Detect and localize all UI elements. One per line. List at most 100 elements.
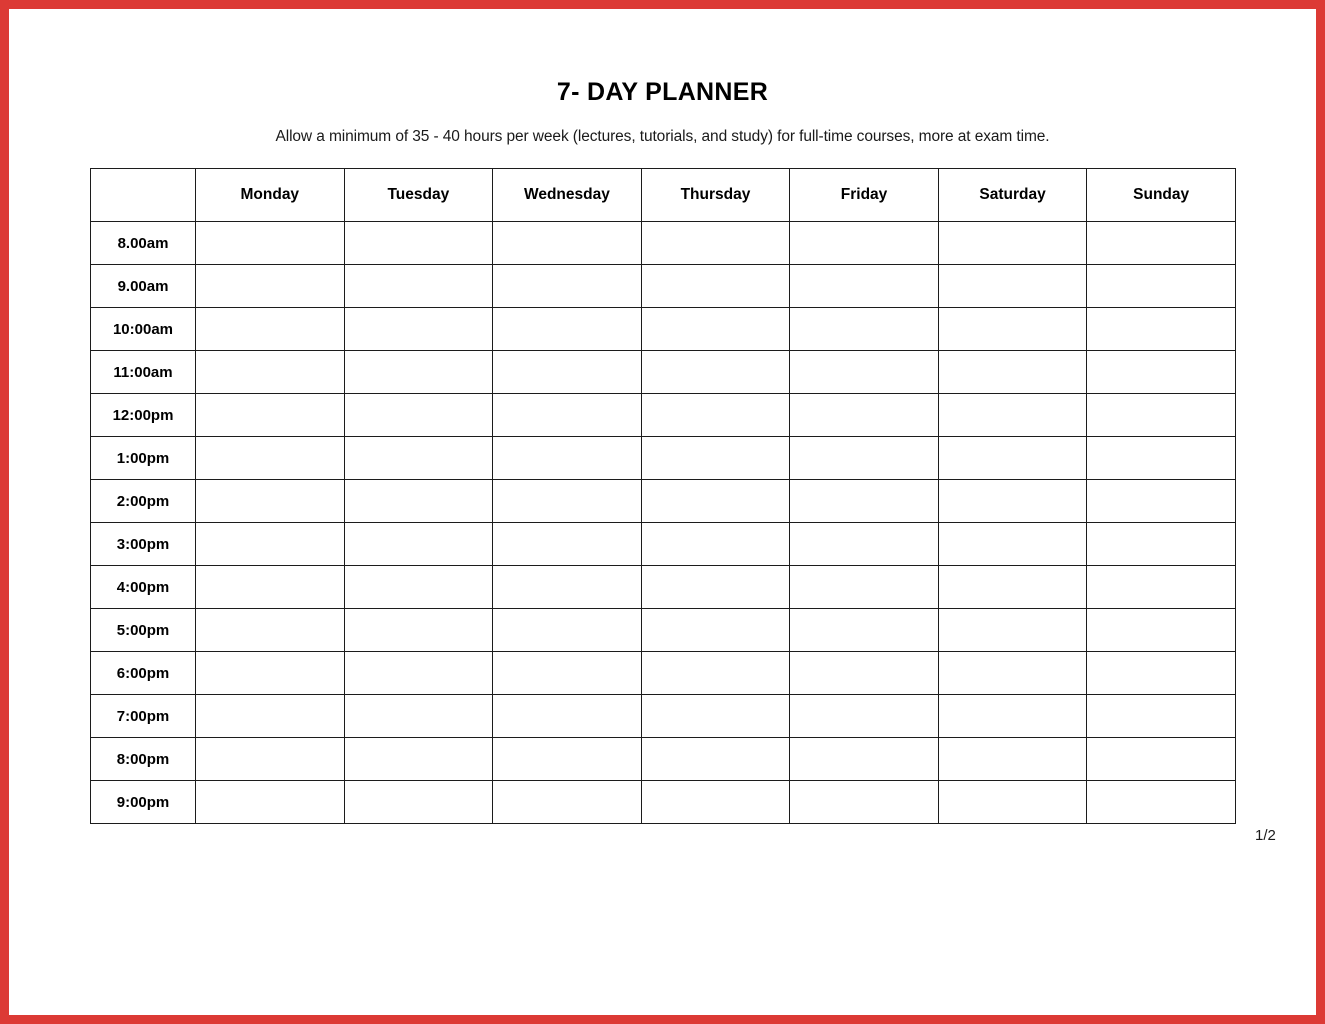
planner-slot-cell[interactable]	[492, 694, 642, 738]
column-header-monday: Monday	[195, 168, 345, 222]
planner-slot-cell[interactable]	[1086, 608, 1236, 652]
planner-slot-cell[interactable]	[195, 221, 345, 265]
planner-slot-cell[interactable]	[1086, 221, 1236, 265]
planner-slot-cell[interactable]	[789, 522, 939, 566]
planner-slot-cell[interactable]	[640, 436, 791, 480]
planner-slot-cell[interactable]	[640, 479, 791, 523]
planner-slot-cell[interactable]	[640, 221, 791, 265]
planner-slot-cell[interactable]	[937, 479, 1088, 523]
planner-slot-cell[interactable]	[492, 436, 642, 480]
planner-slot-cell[interactable]	[343, 393, 494, 437]
planner-slot-cell[interactable]	[343, 651, 494, 695]
planner-slot-cell[interactable]	[789, 264, 939, 308]
planner-slot-cell[interactable]	[343, 436, 494, 480]
planner-slot-cell[interactable]	[640, 350, 791, 394]
planner-slot-cell[interactable]	[195, 393, 345, 437]
planner-slot-cell[interactable]	[937, 436, 1088, 480]
planner-slot-cell[interactable]	[195, 565, 345, 609]
planner-slot-cell[interactable]	[789, 350, 939, 394]
planner-slot-cell[interactable]	[640, 264, 791, 308]
planner-slot-cell[interactable]	[1086, 565, 1236, 609]
planner-slot-cell[interactable]	[343, 608, 494, 652]
planner-slot-cell[interactable]	[937, 780, 1088, 824]
planner-slot-cell[interactable]	[492, 608, 642, 652]
planner-slot-cell[interactable]	[492, 393, 642, 437]
planner-slot-cell[interactable]	[195, 436, 345, 480]
planner-slot-cell[interactable]	[789, 479, 939, 523]
planner-slot-cell[interactable]	[343, 522, 494, 566]
planner-slot-cell[interactable]	[1086, 737, 1236, 781]
planner-slot-cell[interactable]	[195, 479, 345, 523]
planner-slot-cell[interactable]	[343, 350, 494, 394]
planner-slot-cell[interactable]	[937, 651, 1088, 695]
planner-slot-cell[interactable]	[789, 436, 939, 480]
planner-slot-cell[interactable]	[937, 737, 1088, 781]
planner-slot-cell[interactable]	[1086, 264, 1236, 308]
planner-slot-cell[interactable]	[343, 737, 494, 781]
planner-slot-cell[interactable]	[1086, 479, 1236, 523]
planner-slot-cell[interactable]	[789, 651, 939, 695]
planner-slot-cell[interactable]	[937, 694, 1088, 738]
planner-slot-cell[interactable]	[195, 608, 345, 652]
planner-slot-cell[interactable]	[789, 694, 939, 738]
planner-slot-cell[interactable]	[492, 221, 642, 265]
planner-slot-cell[interactable]	[195, 307, 345, 351]
planner-slot-cell[interactable]	[789, 393, 939, 437]
planner-slot-cell[interactable]	[937, 264, 1088, 308]
planner-slot-cell[interactable]	[343, 479, 494, 523]
planner-slot-cell[interactable]	[1086, 393, 1236, 437]
planner-slot-cell[interactable]	[492, 264, 642, 308]
planner-slot-cell[interactable]	[492, 780, 642, 824]
planner-slot-cell[interactable]	[937, 393, 1088, 437]
planner-slot-cell[interactable]	[640, 651, 791, 695]
planner-slot-cell[interactable]	[195, 780, 345, 824]
planner-slot-cell[interactable]	[492, 651, 642, 695]
planner-slot-cell[interactable]	[937, 350, 1088, 394]
planner-slot-cell[interactable]	[492, 737, 642, 781]
planner-slot-cell[interactable]	[195, 651, 345, 695]
planner-slot-cell[interactable]	[640, 393, 791, 437]
planner-slot-cell[interactable]	[937, 565, 1088, 609]
planner-slot-cell[interactable]	[492, 565, 642, 609]
planner-slot-cell[interactable]	[195, 522, 345, 566]
table-row: 7:00pm	[90, 694, 1236, 738]
planner-slot-cell[interactable]	[640, 565, 791, 609]
planner-slot-cell[interactable]	[789, 307, 939, 351]
planner-slot-cell[interactable]	[492, 350, 642, 394]
planner-slot-cell[interactable]	[195, 694, 345, 738]
planner-slot-cell[interactable]	[640, 694, 791, 738]
planner-slot-cell[interactable]	[640, 780, 791, 824]
planner-slot-cell[interactable]	[195, 350, 345, 394]
planner-slot-cell[interactable]	[492, 307, 642, 351]
planner-slot-cell[interactable]	[492, 479, 642, 523]
planner-slot-cell[interactable]	[640, 522, 791, 566]
planner-slot-cell[interactable]	[1086, 436, 1236, 480]
planner-slot-cell[interactable]	[937, 608, 1088, 652]
planner-slot-cell[interactable]	[937, 522, 1088, 566]
planner-slot-cell[interactable]	[195, 264, 345, 308]
planner-slot-cell[interactable]	[195, 737, 345, 781]
planner-slot-cell[interactable]	[343, 694, 494, 738]
planner-slot-cell[interactable]	[640, 307, 791, 351]
planner-slot-cell[interactable]	[640, 608, 791, 652]
planner-slot-cell[interactable]	[789, 565, 939, 609]
planner-slot-cell[interactable]	[1086, 780, 1236, 824]
planner-slot-cell[interactable]	[1086, 350, 1236, 394]
planner-slot-cell[interactable]	[343, 565, 494, 609]
planner-slot-cell[interactable]	[343, 221, 494, 265]
planner-slot-cell[interactable]	[1086, 307, 1236, 351]
planner-slot-cell[interactable]	[937, 221, 1088, 265]
planner-slot-cell[interactable]	[640, 737, 791, 781]
planner-slot-cell[interactable]	[1086, 694, 1236, 738]
planner-slot-cell[interactable]	[789, 737, 939, 781]
planner-slot-cell[interactable]	[343, 264, 494, 308]
planner-slot-cell[interactable]	[343, 307, 494, 351]
planner-slot-cell[interactable]	[1086, 651, 1236, 695]
planner-slot-cell[interactable]	[937, 307, 1088, 351]
planner-slot-cell[interactable]	[789, 780, 939, 824]
planner-slot-cell[interactable]	[789, 221, 939, 265]
planner-slot-cell[interactable]	[492, 522, 642, 566]
planner-slot-cell[interactable]	[1086, 522, 1236, 566]
planner-slot-cell[interactable]	[789, 608, 939, 652]
planner-slot-cell[interactable]	[343, 780, 494, 824]
